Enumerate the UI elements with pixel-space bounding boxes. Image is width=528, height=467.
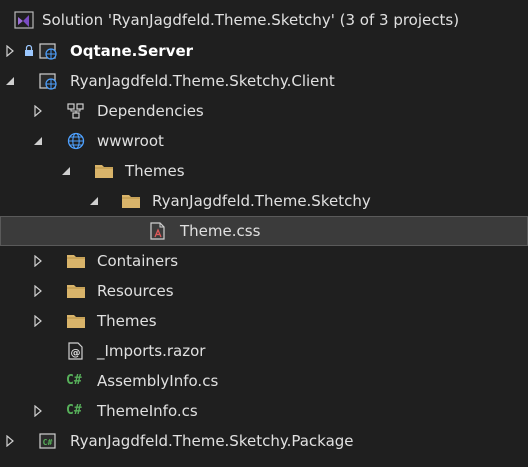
tree-item-resources[interactable]: Resources [0, 276, 528, 306]
tree-item-label: Themes [97, 312, 157, 330]
tree-item-label: RyanJagdfeld.Theme.Sketchy [152, 192, 371, 210]
svg-text:C#: C# [43, 438, 53, 447]
chevron-expanded-icon[interactable] [60, 165, 72, 177]
svg-text:@: @ [71, 348, 81, 359]
csharp-project-icon: C# [39, 433, 56, 449]
project-label-server: Oqtane.Server [70, 42, 194, 60]
tree-item-label: Themes [125, 162, 185, 180]
tree-item-label: Theme.css [180, 222, 261, 240]
tree-item-label: ThemeInfo.cs [97, 402, 198, 420]
tree-item-assemblyinfo[interactable]: C# AssemblyInfo.cs [0, 366, 528, 396]
globe-icon [67, 132, 85, 150]
lock-icon [25, 45, 33, 56]
project-node-server[interactable]: Oqtane.Server [0, 36, 528, 66]
tree-item-themeinfo[interactable]: C# ThemeInfo.cs [0, 396, 528, 426]
razor-file-icon: @ [68, 342, 83, 360]
tree-item-containers[interactable]: Containers [0, 246, 528, 276]
chevron-right-icon[interactable] [32, 285, 44, 297]
chevron-right-icon[interactable] [32, 315, 44, 327]
tree-item-theme-css[interactable]: Theme.css [0, 216, 528, 246]
folder-icon [67, 315, 85, 328]
tree-item-label: Dependencies [97, 102, 204, 120]
tree-item-label: _Imports.razor [97, 342, 206, 360]
visual-studio-solution-icon [14, 11, 34, 29]
folder-icon [122, 195, 140, 208]
tree-item-imports-razor[interactable]: @ _Imports.razor [0, 336, 528, 366]
project-node-package[interactable]: C# RyanJagdfeld.Theme.Sketchy.Package [0, 426, 528, 456]
tree-item-themes[interactable]: Themes [0, 306, 528, 336]
csharp-file-icon: C# [66, 403, 82, 418]
web-project-icon [39, 43, 57, 60]
tree-item-label: wwwroot [97, 132, 164, 150]
folder-icon [95, 165, 113, 178]
web-project-icon [39, 73, 57, 90]
solution-label: Solution 'RyanJagdfeld.Theme.Sketchy' (3… [42, 11, 460, 29]
project-label-package: RyanJagdfeld.Theme.Sketchy.Package [70, 432, 354, 450]
solution-explorer-tree: Solution 'RyanJagdfeld.Theme.Sketchy' (3… [0, 0, 528, 467]
folder-icon [67, 285, 85, 298]
dependencies-icon [67, 103, 84, 119]
folder-icon [67, 255, 85, 268]
tree-item-dependencies[interactable]: Dependencies [0, 96, 528, 126]
project-label-client: RyanJagdfeld.Theme.Sketchy.Client [70, 72, 335, 90]
tree-item-label: Containers [97, 252, 179, 270]
tree-item-wwwroot-themes[interactable]: Themes [0, 156, 528, 186]
tree-item-label: Resources [97, 282, 174, 300]
tree-item-wwwroot[interactable]: wwwroot [0, 126, 528, 156]
chevron-expanded-icon[interactable] [32, 135, 44, 147]
chevron-right-icon[interactable] [4, 45, 16, 57]
tree-item-label: AssemblyInfo.cs [97, 372, 219, 390]
chevron-right-icon[interactable] [32, 255, 44, 267]
css-file-icon [150, 222, 165, 240]
solution-node[interactable]: Solution 'RyanJagdfeld.Theme.Sketchy' (3… [0, 5, 528, 35]
chevron-right-icon[interactable] [32, 105, 44, 117]
tree-item-sketchy-folder[interactable]: RyanJagdfeld.Theme.Sketchy [0, 186, 528, 216]
project-node-client[interactable]: RyanJagdfeld.Theme.Sketchy.Client [0, 66, 528, 96]
chevron-expanded-icon[interactable] [88, 195, 100, 207]
chevron-right-icon[interactable] [4, 435, 16, 447]
chevron-expanded-icon[interactable] [4, 75, 16, 87]
csharp-file-icon: C# [66, 373, 82, 388]
chevron-right-icon[interactable] [32, 405, 44, 417]
